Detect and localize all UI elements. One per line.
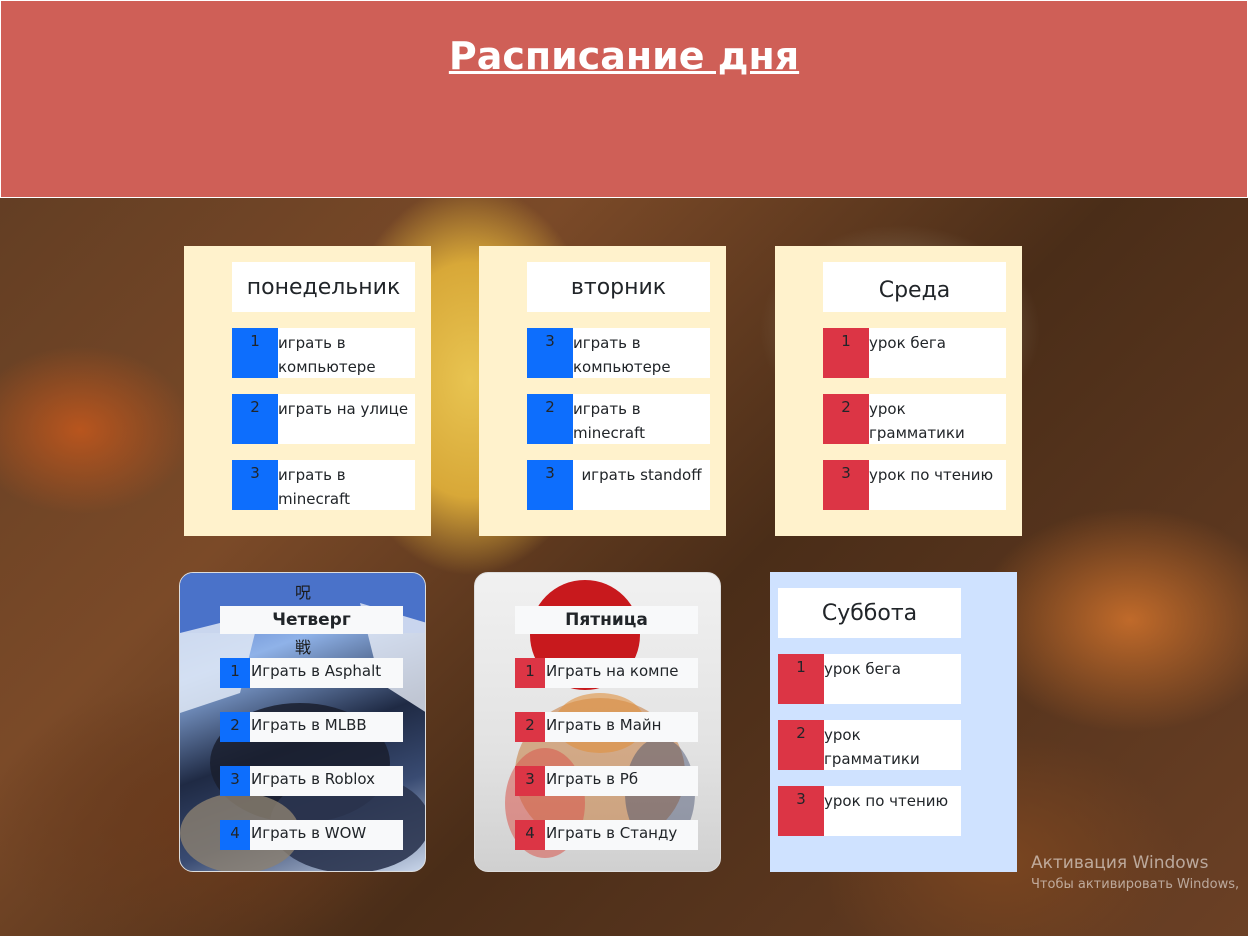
item-text: играть в minecraft bbox=[278, 466, 351, 508]
list-item: 2 урок грамматики bbox=[778, 720, 961, 770]
day-title: понедельник bbox=[232, 262, 415, 312]
list-item: 2 играть на улице bbox=[232, 394, 415, 444]
item-number: 1 bbox=[220, 658, 250, 688]
item-number: 3 bbox=[527, 328, 573, 378]
item-text: Играть на компе bbox=[546, 662, 679, 680]
item-number: 2 bbox=[232, 394, 278, 444]
day-title: Суббота bbox=[778, 588, 961, 638]
page-header: Расписание дня bbox=[0, 0, 1248, 198]
day-card-tuesday: вторник 3 играть в компьютере 2 играть в… bbox=[479, 246, 726, 536]
item-number: 3 bbox=[232, 460, 278, 510]
day-title: Среда bbox=[823, 262, 1006, 312]
svg-text:戦: 戦 bbox=[295, 638, 311, 657]
item-number: 1 bbox=[823, 328, 869, 378]
list-item: 4 Играть в WOW bbox=[220, 820, 403, 850]
windows-activation-watermark: Активация Windows Чтобы активировать Win… bbox=[1031, 853, 1239, 892]
list-item: 3 урок по чтению bbox=[823, 460, 1006, 510]
item-number: 2 bbox=[778, 720, 824, 770]
list-item: 1 Играть в Asphalt bbox=[220, 658, 403, 688]
item-number: 3 bbox=[823, 460, 869, 510]
item-number: 4 bbox=[515, 820, 545, 850]
item-text: играть в minecraft bbox=[573, 400, 646, 442]
list-item: 2 Играть в Майн bbox=[515, 712, 698, 742]
item-text: играть на улице bbox=[278, 400, 409, 418]
list-item: 3 играть в minecraft bbox=[232, 460, 415, 510]
day-title: вторник bbox=[527, 262, 710, 312]
list-item: 3 играть standoff bbox=[527, 460, 710, 510]
item-number: 1 bbox=[232, 328, 278, 378]
item-text: Играть в Майн bbox=[546, 716, 662, 734]
watermark-title: Активация Windows bbox=[1031, 853, 1209, 873]
list-item: 1 Играть на компе bbox=[515, 658, 698, 688]
item-text: урок бега bbox=[824, 660, 901, 678]
list-item: 2 Играть в MLBB bbox=[220, 712, 403, 742]
item-number: 3 bbox=[778, 786, 824, 836]
day-card-wednesday: Среда 1 урок бега 2 урок грамматики 3 ур… bbox=[775, 246, 1022, 536]
list-item: 3 Играть в Рб bbox=[515, 766, 698, 796]
item-text: играть standoff bbox=[581, 466, 702, 484]
day-title: Пятница bbox=[515, 606, 698, 634]
day-card-monday: понедельник 1 играть в компьютере 2 игра… bbox=[184, 246, 431, 536]
item-number: 1 bbox=[515, 658, 545, 688]
list-item: 2 играть в minecraft bbox=[527, 394, 710, 444]
item-text: играть в компьютере bbox=[573, 334, 671, 376]
item-text: урок грамматики bbox=[869, 400, 965, 442]
item-number: 1 bbox=[778, 654, 824, 704]
day-title: Четверг bbox=[220, 606, 403, 634]
item-number: 2 bbox=[823, 394, 869, 444]
item-text: Играть в MLBB bbox=[251, 716, 367, 734]
day-card-thursday: 呪 戦 Четверг 1 Играть в Asphalt 2 Играть … bbox=[179, 572, 426, 872]
item-number: 2 bbox=[220, 712, 250, 742]
list-item: 1 урок бега bbox=[778, 654, 961, 704]
item-text: урок по чтению bbox=[869, 466, 994, 484]
item-text: урок бега bbox=[869, 334, 946, 352]
list-item: 4 Играть в Станду bbox=[515, 820, 698, 850]
item-text: играть в компьютере bbox=[278, 334, 376, 376]
list-item: 1 урок бега bbox=[823, 328, 1006, 378]
list-item: 3 урок по чтению bbox=[778, 786, 961, 836]
list-item: 3 Играть в Roblox bbox=[220, 766, 403, 796]
day-card-friday: Пятница 1 Играть на компе 2 Играть в Май… bbox=[474, 572, 721, 872]
item-text: Играть в Roblox bbox=[251, 770, 375, 788]
item-text: урок по чтению bbox=[824, 792, 949, 810]
day-card-saturday: Суббота 1 урок бега 2 урок грамматики 3 … bbox=[770, 572, 1017, 872]
item-number: 3 bbox=[220, 766, 250, 796]
list-item: 1 играть в компьютере bbox=[232, 328, 415, 378]
list-item: 3 играть в компьютере bbox=[527, 328, 710, 378]
item-number: 2 bbox=[527, 394, 573, 444]
item-number: 4 bbox=[220, 820, 250, 850]
item-number: 3 bbox=[527, 460, 573, 510]
item-text: Играть в WOW bbox=[251, 824, 367, 842]
item-number: 3 bbox=[515, 766, 545, 796]
svg-text:呪: 呪 bbox=[295, 583, 311, 602]
item-text: урок грамматики bbox=[824, 726, 920, 768]
watermark-subtitle: Чтобы активировать Windows, bbox=[1031, 877, 1240, 892]
item-text: Играть в Asphalt bbox=[251, 662, 382, 680]
item-text: Играть в Рб bbox=[546, 770, 639, 788]
page-title: Расписание дня bbox=[448, 34, 800, 78]
item-number: 2 bbox=[515, 712, 545, 742]
list-item: 2 урок грамматики bbox=[823, 394, 1006, 444]
item-text: Играть в Станду bbox=[546, 824, 678, 842]
